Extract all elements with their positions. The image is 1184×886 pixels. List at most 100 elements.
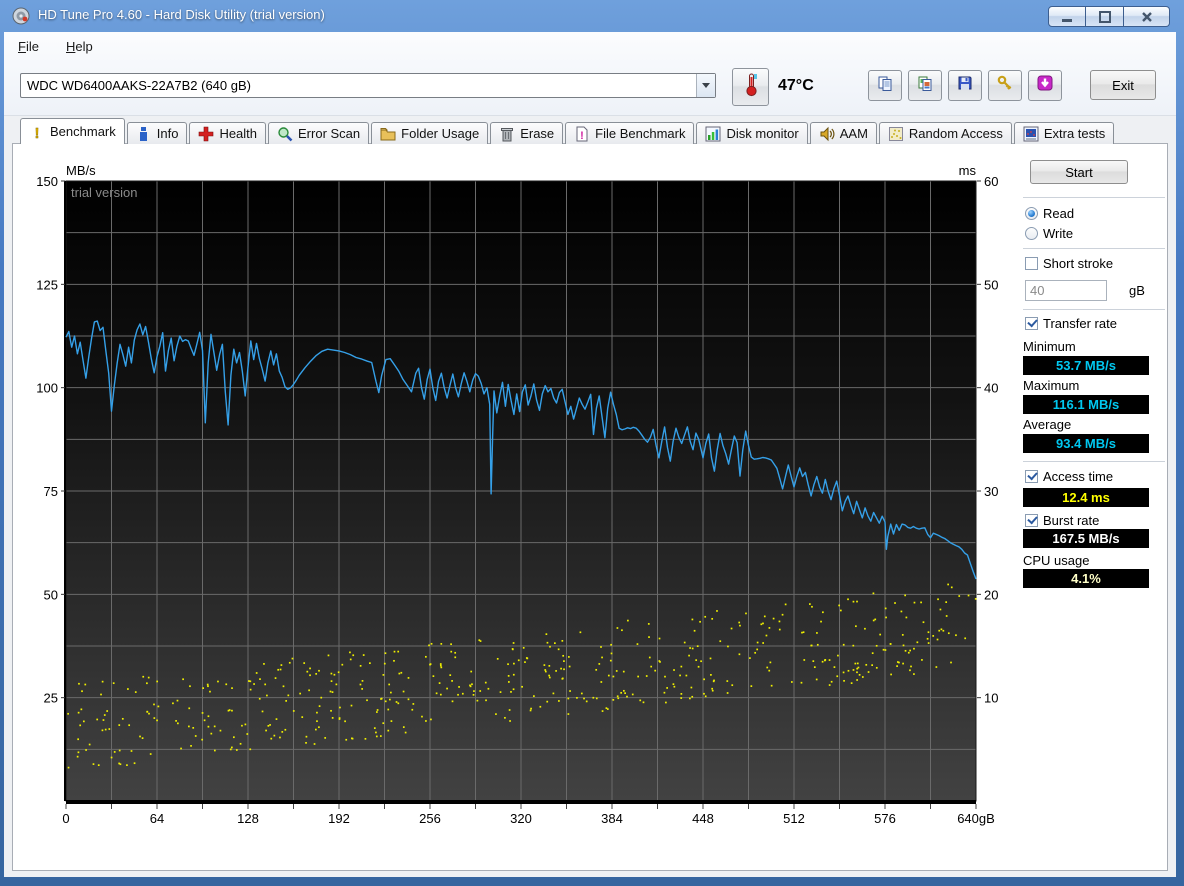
access-time-dot (699, 620, 701, 623)
options-button[interactable] (988, 70, 1022, 101)
access-time-dot (458, 686, 460, 688)
access-time-dot (815, 678, 818, 681)
trial-version-watermark: trial version (71, 185, 137, 200)
tab-disk-monitor[interactable]: Disk monitor (696, 122, 808, 144)
access-time-dot (369, 662, 371, 665)
access-time-dot (231, 746, 233, 749)
exit-button[interactable]: Exit (1090, 70, 1156, 100)
tab-erase[interactable]: Erase (490, 122, 564, 144)
access-time-checkbox[interactable] (1025, 470, 1038, 483)
tab-random-access[interactable]: Random Access (878, 122, 1012, 144)
access-time-dot (816, 643, 819, 646)
tab-benchmark[interactable]: ! Benchmark (20, 118, 125, 144)
tab-folder-usage[interactable]: Folder Usage (371, 122, 489, 144)
drive-selector-dropdown[interactable]: WDC WD6400AAKS-22A7B2 (640 gB) (20, 73, 716, 98)
access-time-dot (812, 660, 815, 663)
tab-extra-tests[interactable]: Extra tests (1013, 122, 1115, 144)
access-time-dot (364, 737, 367, 740)
update-button[interactable] (1028, 70, 1062, 101)
access-time-dot (576, 697, 578, 699)
access-time-dot (938, 629, 941, 632)
access-time-dot (950, 586, 953, 589)
short-stroke-checkbox[interactable] (1025, 257, 1038, 270)
access-time-dot (400, 671, 403, 674)
access-time-dot (85, 749, 87, 751)
tab-label: File Benchmark (595, 126, 686, 141)
access-time-dot (522, 646, 525, 649)
access-time-dot (521, 685, 523, 688)
close-button[interactable] (1124, 6, 1170, 27)
read-radio-row[interactable]: Read (1025, 206, 1074, 221)
access-time-dot (432, 675, 435, 678)
maximize-button[interactable] (1086, 6, 1124, 27)
app-icon (12, 7, 30, 25)
access-time-dot (711, 617, 714, 620)
access-time-dot (376, 709, 379, 711)
access-time-dot (561, 639, 564, 642)
short-stroke-input[interactable] (1026, 281, 1184, 300)
access-time-dot (383, 662, 386, 665)
access-time-dot (390, 720, 393, 722)
access-time-dot (133, 762, 136, 765)
access-time-dot (172, 702, 174, 705)
access-time-dot (207, 725, 210, 728)
window-title: HD Tune Pro 4.60 - Hard Disk Utility (tr… (38, 7, 325, 22)
titlebar[interactable]: HD Tune Pro 4.60 - Hard Disk Utility (tr… (0, 0, 1184, 32)
read-radio[interactable] (1025, 207, 1038, 220)
access-time-dot (255, 672, 258, 674)
minimize-button[interactable] (1048, 6, 1086, 27)
access-time-dot (180, 747, 182, 750)
disk-monitor-icon (705, 126, 721, 142)
access-time-dot (842, 671, 845, 674)
tab-aam[interactable]: AAM (809, 122, 877, 144)
menu-help[interactable]: Help (60, 37, 99, 56)
tab-info[interactable]: Info (126, 122, 188, 144)
access-time-dot (471, 683, 473, 686)
menu-file[interactable]: File (12, 37, 45, 56)
access-time-dot (913, 647, 915, 650)
temperature-button[interactable] (732, 68, 769, 106)
access-time-dot (770, 684, 773, 687)
access-time-dot (341, 663, 344, 666)
tab-label: Info (156, 126, 179, 141)
transfer-rate-row[interactable]: Transfer rate (1025, 316, 1117, 331)
access-time-dot (388, 683, 391, 686)
burst-rate-checkbox[interactable] (1025, 514, 1038, 527)
access-time-dot (631, 693, 634, 696)
tab-error-scan[interactable]: Error Scan (268, 122, 370, 144)
access-time-dot (84, 683, 87, 686)
access-time-dot (113, 751, 116, 753)
short-stroke-row[interactable]: Short stroke (1025, 256, 1113, 271)
short-stroke-spinner[interactable] (1025, 280, 1184, 301)
access-time-dot (828, 659, 831, 661)
copy-image-icon (917, 75, 933, 96)
save-button[interactable] (948, 70, 982, 101)
tab-health[interactable]: Health (189, 122, 267, 144)
copy-text-button[interactable] (868, 70, 902, 101)
transfer-rate-label: Transfer rate (1043, 316, 1117, 331)
access-time-dot (495, 713, 497, 715)
transfer-rate-checkbox[interactable] (1025, 317, 1038, 330)
access-time-dot (945, 615, 948, 617)
tab-file-benchmark[interactable]: ! File Benchmark (565, 122, 695, 144)
access-time-dot (305, 735, 308, 738)
access-time-dot (156, 719, 158, 722)
access-time-dot (103, 714, 106, 716)
access-time-dot (754, 651, 757, 654)
access-time-dot (548, 676, 551, 679)
burst-rate-row[interactable]: Burst rate (1025, 513, 1099, 528)
access-time-dot (395, 701, 398, 703)
access-time-dot (672, 683, 675, 686)
start-button[interactable]: Start (1030, 160, 1128, 184)
separator (1023, 309, 1165, 310)
access-time-dot (548, 665, 551, 667)
access-time-dot (134, 691, 137, 693)
copy-image-button[interactable] (908, 70, 942, 101)
access-time-row[interactable]: Access time (1025, 469, 1113, 484)
access-time-dot (855, 625, 857, 628)
access-time-dot (896, 661, 899, 663)
write-radio-row[interactable]: Write (1025, 226, 1073, 241)
write-radio[interactable] (1025, 227, 1038, 240)
dropdown-arrow-icon[interactable] (696, 74, 715, 97)
access-time-dot (511, 648, 514, 650)
